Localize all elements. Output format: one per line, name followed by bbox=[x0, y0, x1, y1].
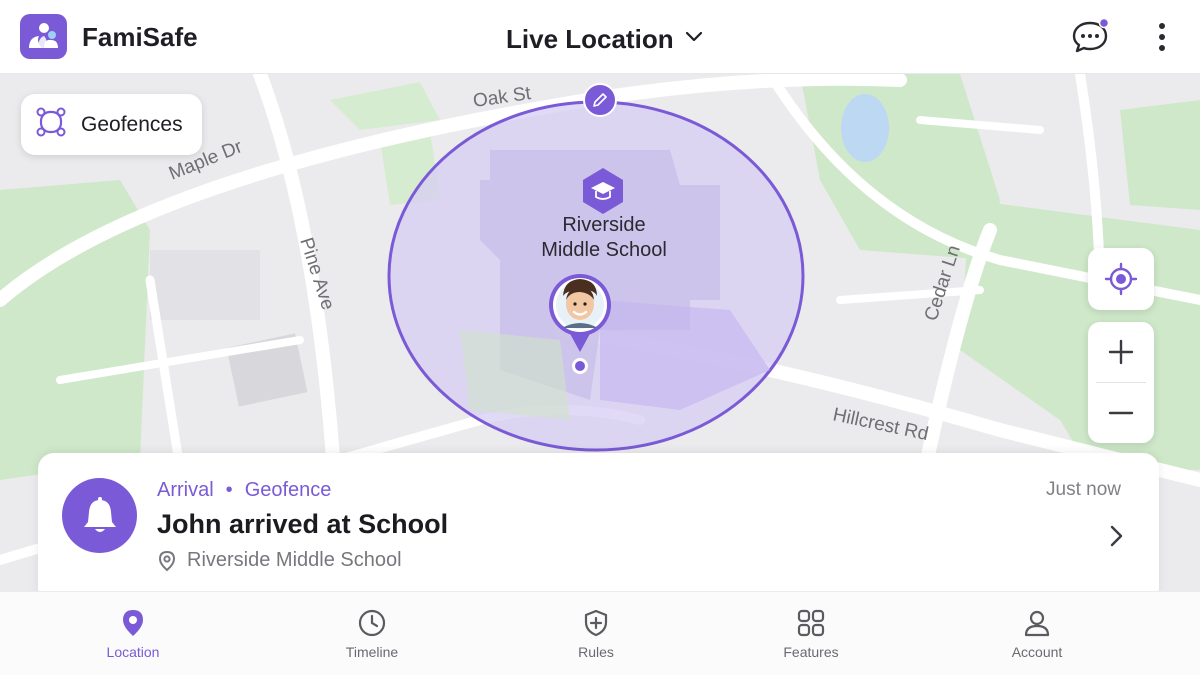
notification-category: Geofence bbox=[244, 479, 332, 501]
geofence-place-label: Riverside Middle School bbox=[520, 213, 688, 263]
geofences-label: Geofences bbox=[81, 112, 183, 136]
messages-button[interactable] bbox=[1070, 17, 1110, 56]
nav-label: Timeline bbox=[345, 644, 399, 660]
school-field bbox=[460, 330, 570, 420]
shield-plus-icon bbox=[584, 609, 608, 637]
arrival-notification-card[interactable]: Arrival • Geofence John arrived at Schoo… bbox=[38, 453, 1159, 603]
nav-item-account[interactable]: Account bbox=[987, 592, 1087, 675]
chevron-right-icon[interactable] bbox=[1102, 521, 1130, 551]
my-location-button[interactable] bbox=[1088, 248, 1154, 310]
chevron-down-icon bbox=[684, 30, 704, 49]
geofence-icon bbox=[35, 106, 67, 143]
nav-item-features[interactable]: Features bbox=[761, 592, 861, 675]
plus-icon bbox=[1108, 339, 1134, 365]
place-label-line: Middle School bbox=[541, 239, 667, 261]
zoom-controls bbox=[1088, 322, 1154, 443]
place-name: Riverside Middle School bbox=[187, 549, 402, 571]
edit-geofence-button[interactable] bbox=[583, 83, 617, 117]
nav-item-timeline[interactable]: Timeline bbox=[322, 592, 422, 675]
bell-icon bbox=[62, 478, 137, 553]
chat-bubble-icon bbox=[1072, 17, 1110, 53]
nav-item-rules[interactable]: Rules bbox=[546, 592, 646, 675]
more-vertical-icon bbox=[1159, 23, 1165, 51]
famisafe-logo bbox=[20, 14, 67, 59]
notification-meta: Arrival • Geofence bbox=[157, 479, 331, 502]
meta-separator: • bbox=[225, 479, 233, 501]
zoom-out-button[interactable] bbox=[1088, 383, 1154, 443]
location-pin-icon bbox=[123, 610, 143, 636]
crosshair-icon bbox=[1104, 262, 1138, 296]
top-bar: FamiSafe Live Location bbox=[0, 0, 1200, 74]
nav-label: Rules bbox=[578, 644, 614, 660]
nav-label: Location bbox=[106, 644, 160, 660]
grid-icon bbox=[797, 609, 825, 637]
minus-icon bbox=[1108, 411, 1134, 415]
pond bbox=[841, 94, 889, 162]
notification-time: Just now bbox=[1046, 479, 1121, 500]
place-label-line: Riverside bbox=[562, 214, 646, 236]
clock-icon bbox=[358, 609, 386, 637]
person-icon bbox=[1024, 610, 1050, 637]
bottom-navigation: Location Timeline Rules Features Account bbox=[0, 591, 1200, 675]
nav-item-location[interactable]: Location bbox=[83, 592, 183, 675]
page-title: Live Location bbox=[506, 23, 674, 54]
notification-title: John arrived at School bbox=[157, 509, 449, 539]
building bbox=[150, 250, 260, 320]
live-location-dropdown[interactable]: Live Location bbox=[506, 22, 704, 56]
notification-place: Riverside Middle School bbox=[157, 549, 402, 572]
nav-label: Account bbox=[1011, 644, 1063, 660]
location-pin-icon bbox=[158, 550, 176, 571]
geofences-button[interactable]: Geofences bbox=[21, 94, 202, 155]
park-area bbox=[1120, 100, 1200, 210]
nav-label: Features bbox=[783, 644, 839, 660]
app-name: FamiSafe bbox=[82, 22, 198, 52]
notification-type: Arrival bbox=[157, 479, 214, 501]
more-options-button[interactable] bbox=[1150, 18, 1174, 56]
zoom-in-button[interactable] bbox=[1088, 322, 1154, 382]
